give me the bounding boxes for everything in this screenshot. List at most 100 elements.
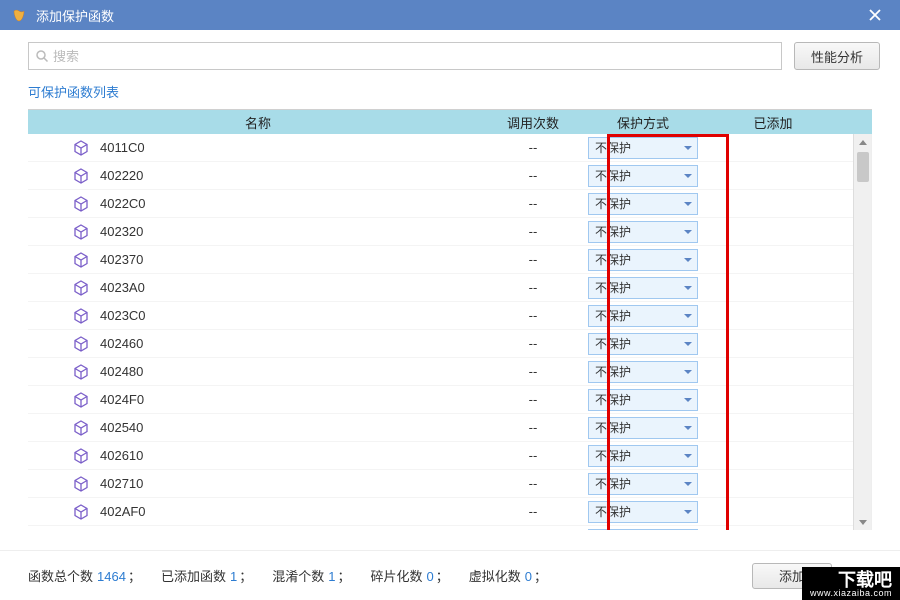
cell-calls: -- [488, 504, 578, 519]
cell-name: 4024F0 [28, 391, 488, 409]
col-calls[interactable]: 调用次数 [488, 113, 578, 132]
function-table: 名称 调用次数 保护方式 已添加 4011C0--不保护402220--不保护4… [28, 109, 872, 530]
col-mode[interactable]: 保护方式 [578, 113, 708, 132]
cell-mode: 不保护 [578, 529, 708, 531]
protect-mode-dropdown[interactable]: 不保护 [588, 473, 698, 495]
chevron-down-icon [684, 230, 692, 234]
col-name[interactable]: 名称 [28, 113, 488, 132]
frag-label: 碎片化数 [370, 569, 422, 584]
cell-name: 402320 [28, 223, 488, 241]
protect-mode-dropdown[interactable]: 不保护 [588, 417, 698, 439]
table-row[interactable]: 4011C0--不保护 [28, 134, 871, 162]
cell-name: 402AF0 [28, 503, 488, 521]
table-row[interactable]: 402320--不保护 [28, 218, 871, 246]
virt-value: 0 [525, 569, 532, 584]
cell-mode: 不保护 [578, 193, 708, 215]
chevron-down-icon [684, 342, 692, 346]
cell-calls: -- [488, 476, 578, 491]
table-row[interactable]: 402480--不保护 [28, 358, 871, 386]
protect-mode-dropdown[interactable]: 不保护 [588, 193, 698, 215]
table-row[interactable]: 4022C0 -- 不保护 [28, 190, 871, 218]
table-row[interactable]: 402AF0-- 不保护 [28, 498, 871, 526]
footer-stats: 函数总个数1464； 已添加函数1； 混淆个数1； 碎片化数0； 虚拟化数0； … [0, 550, 900, 600]
scroll-up-button[interactable] [854, 134, 872, 150]
cube-icon [72, 447, 90, 465]
cell-calls: -- [488, 168, 578, 183]
cell-calls: -- [488, 308, 578, 323]
cell-calls: -- [488, 336, 578, 351]
cell-mode: 不保护 [578, 361, 708, 383]
close-button[interactable] [860, 0, 890, 30]
performance-button[interactable]: 性能分析 [794, 42, 880, 70]
cube-icon [72, 195, 90, 213]
cell-mode: 不保护 [578, 417, 708, 439]
function-name: 4022C0 [100, 196, 146, 211]
chevron-down-icon [684, 370, 692, 374]
protect-mode-dropdown[interactable]: 不保护 [588, 501, 698, 523]
watermark-sub: www.xiazaiba.com [810, 589, 892, 598]
table-header: 名称 调用次数 保护方式 已添加 [28, 110, 872, 134]
protect-mode-dropdown[interactable]: 不保护 [588, 277, 698, 299]
confuse-label: 混淆个数 [272, 569, 324, 584]
protect-mode-dropdown[interactable]: 不保护 [588, 333, 698, 355]
table-row[interactable]: 4024F0-- 不保护 [28, 386, 871, 414]
protect-mode-dropdown[interactable]: 不保护 [588, 137, 698, 159]
protect-mode-dropdown[interactable]: 不保护 [588, 445, 698, 467]
scroll-thumb[interactable] [857, 152, 869, 182]
table-row[interactable]: 4023A0 -- 不保护 [28, 274, 871, 302]
protect-mode-dropdown[interactable]: 不保护 [588, 249, 698, 271]
function-name: 402710 [100, 476, 143, 491]
table-body: 4011C0--不保护402220--不保护4022C0--不保护402320-… [28, 134, 872, 530]
cube-icon [72, 307, 90, 325]
cube-icon [72, 363, 90, 381]
table-row[interactable]: 402220 -- 不保护 [28, 162, 871, 190]
cell-mode: 不保护 [578, 389, 708, 411]
total-label: 函数总个数 [28, 569, 93, 584]
search-input-wrap[interactable] [28, 42, 782, 70]
chevron-down-icon [684, 258, 692, 262]
cell-calls: -- [488, 280, 578, 295]
function-name: 4011C0 [100, 140, 145, 155]
col-added[interactable]: 已添加 [708, 113, 838, 132]
function-name: 402540 [100, 420, 143, 435]
cell-calls: -- [488, 252, 578, 267]
cell-calls: -- [488, 392, 578, 407]
cell-mode: 不保护 [578, 277, 708, 299]
protect-mode-dropdown[interactable]: 不保护 [588, 361, 698, 383]
cell-calls: -- [488, 448, 578, 463]
protect-mode-dropdown[interactable]: 不保护 [588, 389, 698, 411]
frag-value: 0 [427, 569, 434, 584]
table-row[interactable]: 402710 -- 不保护 [28, 470, 871, 498]
scrollbar[interactable] [853, 134, 871, 530]
list-label: 可保护函数列表 [0, 78, 900, 109]
cell-name: 402610 [28, 447, 488, 465]
protect-mode-dropdown[interactable]: 不保护 [588, 305, 698, 327]
cell-name: 402540 [28, 419, 488, 437]
search-input[interactable] [53, 49, 775, 64]
table-row[interactable]: 402C00--不保护 [28, 526, 871, 530]
table-row[interactable]: 402460--不保护 [28, 330, 871, 358]
cell-calls: -- [488, 196, 578, 211]
chevron-down-icon [684, 314, 692, 318]
cell-name: 4023C0 [28, 307, 488, 325]
virt-label: 虚拟化数 [469, 569, 521, 584]
protect-mode-dropdown[interactable]: 不保护 [588, 529, 698, 531]
function-name: 402220 [100, 168, 143, 183]
table-row[interactable]: 402610 -- 不保护 [28, 442, 871, 470]
function-name: 4023A0 [100, 280, 145, 295]
scroll-down-button[interactable] [854, 514, 872, 530]
cell-mode: 不保护 [578, 165, 708, 187]
chevron-down-icon [684, 426, 692, 430]
function-name: 402610 [100, 448, 143, 463]
protect-mode-dropdown[interactable]: 不保护 [588, 221, 698, 243]
protect-mode-dropdown[interactable]: 不保护 [588, 165, 698, 187]
cell-name: 402710 [28, 475, 488, 493]
table-row[interactable]: 402540--不保护 [28, 414, 871, 442]
table-row[interactable]: 4023C0-- 不保护 [28, 302, 871, 330]
function-name: 402480 [100, 364, 143, 379]
chevron-down-icon [684, 286, 692, 290]
added-value: 1 [230, 569, 237, 584]
cube-icon [72, 223, 90, 241]
table-row[interactable]: 402370--不保护 [28, 246, 871, 274]
cube-icon [72, 279, 90, 297]
